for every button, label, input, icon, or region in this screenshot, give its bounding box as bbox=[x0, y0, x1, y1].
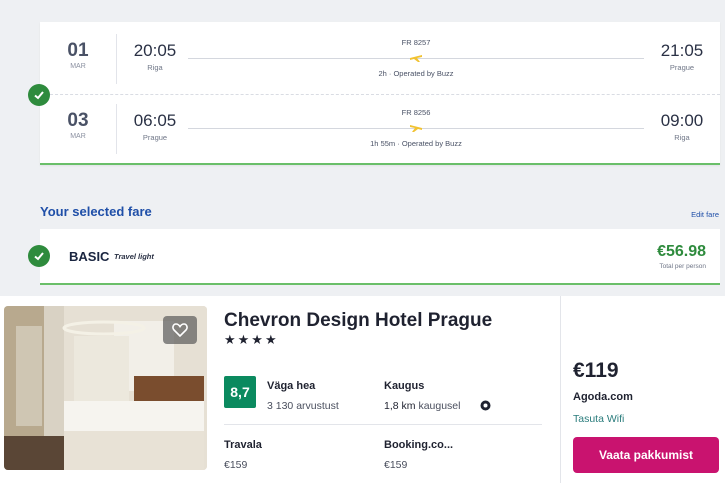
departure: 20:05 Riga bbox=[125, 34, 185, 72]
arrival-time: 09:00 bbox=[660, 111, 704, 130]
distance-unit: kaugusel bbox=[418, 400, 461, 412]
leg-date: 03 MAR bbox=[40, 104, 117, 154]
hotel-offer-card: Chevron Design Hotel Prague ★★★★ 8,7 Väg… bbox=[0, 296, 725, 483]
flight-number: FR 8257 bbox=[401, 38, 431, 47]
departure: 06:05 Prague bbox=[125, 104, 185, 142]
fare-subtitle: Travel light bbox=[114, 252, 154, 261]
arrival-city: Riga bbox=[674, 133, 690, 142]
best-price: €119 bbox=[573, 359, 619, 382]
flight-info: 1h 55m · Operated by Buzz bbox=[370, 139, 462, 148]
departure-time: 20:05 bbox=[133, 41, 177, 60]
flight-itinerary-card: 01 MAR 20:05 Riga FR 8257 2h · Operated … bbox=[40, 22, 720, 165]
route: FR 8257 2h · Operated by Buzz bbox=[188, 34, 644, 84]
favorite-button[interactable] bbox=[163, 316, 197, 344]
arrival-city: Prague bbox=[669, 63, 695, 72]
rating-score-badge: 8,7 bbox=[224, 376, 256, 408]
leg-month: MAR bbox=[70, 63, 86, 70]
hotel-stars: ★★★★ bbox=[224, 332, 279, 347]
best-provider: Agoda.com bbox=[573, 391, 633, 403]
departure-time: 06:05 bbox=[133, 111, 177, 130]
flight-number: FR 8256 bbox=[401, 108, 431, 117]
flight-leg-outbound: 01 MAR 20:05 Riga FR 8257 2h · Operated … bbox=[40, 34, 720, 96]
leg-day: 01 bbox=[67, 40, 89, 61]
leg-date: 01 MAR bbox=[40, 34, 117, 84]
fare-selected-check-icon bbox=[28, 245, 50, 267]
flight-info: 2h · Operated by Buzz bbox=[378, 69, 454, 78]
fare-price-note: Total per person bbox=[659, 263, 706, 270]
best-offer-extra: Tasuta Wifi bbox=[573, 413, 625, 425]
departure-city: Prague bbox=[142, 133, 168, 142]
distance-value: 1,8 km kaugusel bbox=[384, 400, 460, 412]
view-deal-button[interactable]: Vaata pakkumist bbox=[573, 437, 719, 473]
edit-fare-link[interactable]: Edit fare bbox=[691, 210, 719, 219]
arrival: 09:00 Riga bbox=[652, 104, 712, 142]
location-info-icon[interactable] bbox=[480, 400, 491, 411]
departure-city: Riga bbox=[147, 63, 163, 72]
leg-divider bbox=[40, 94, 720, 95]
flight-leg-return: 03 MAR 06:05 Prague FR 8256 1h 55m · Ope… bbox=[40, 104, 720, 166]
fare-name: BASIC bbox=[69, 249, 110, 264]
provider-price[interactable]: €159 bbox=[384, 459, 407, 471]
provider-name[interactable]: Travala bbox=[224, 439, 262, 451]
review-count: 3 130 arvustust bbox=[267, 400, 339, 412]
route: FR 8256 1h 55m · Operated by Buzz bbox=[188, 104, 644, 154]
arrival-time: 21:05 bbox=[660, 41, 704, 60]
divider bbox=[560, 296, 561, 483]
fare-section-title: Your selected fare bbox=[40, 204, 152, 219]
rating-label: Väga hea bbox=[267, 380, 316, 392]
distance-km: 1,8 km bbox=[384, 400, 416, 412]
provider-name[interactable]: Booking.co... bbox=[384, 439, 453, 451]
leg-day: 03 bbox=[67, 110, 89, 131]
partial-header-text: ▁▁ ▁▁ bbox=[108, 0, 168, 4]
divider bbox=[224, 424, 542, 425]
selected-fare-card: BASIC Travel light €56.98 Total per pers… bbox=[40, 229, 720, 285]
fare-price: €56.98 bbox=[657, 243, 706, 260]
plane-icon bbox=[410, 125, 422, 132]
arrival: 21:05 Prague bbox=[652, 34, 712, 72]
hotel-name[interactable]: Chevron Design Hotel Prague bbox=[224, 310, 492, 332]
distance-label: Kaugus bbox=[384, 380, 425, 392]
provider-price[interactable]: €159 bbox=[224, 459, 247, 471]
leg-month: MAR bbox=[70, 133, 86, 140]
hotel-photo[interactable] bbox=[4, 306, 207, 470]
plane-icon bbox=[410, 55, 422, 62]
flights-selected-check-icon bbox=[28, 84, 50, 106]
heart-icon bbox=[172, 323, 188, 337]
